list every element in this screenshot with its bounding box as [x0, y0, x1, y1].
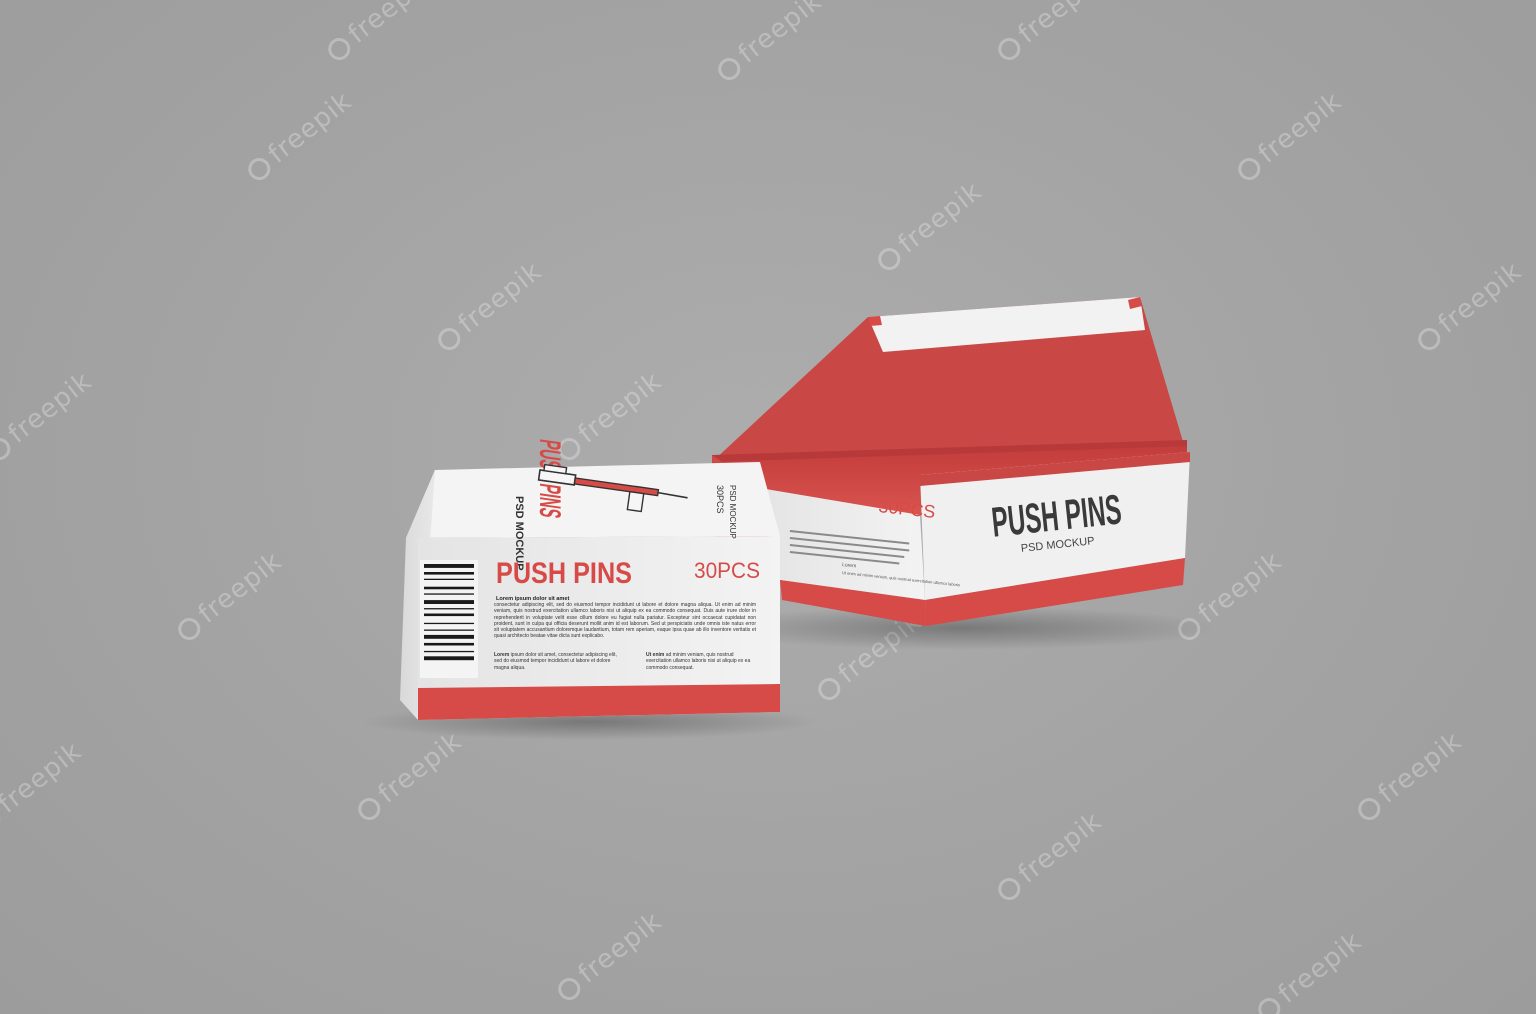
barcode-icon: [420, 560, 478, 678]
mockup-scene: freepik freepik freepik freepik freepik freep…: [0, 0, 1536, 1014]
closed-box-top-side-text-1: 30PCS: [715, 485, 725, 514]
closed-box-col1-text: ipsum dolor sit amet, consectetur adipis…: [494, 652, 617, 671]
closed-box-top-side-text-2: PSD MOCKUP: [728, 485, 737, 539]
closed-box-col1-wrap: Lorem ipsum dolor sit amet, consectetur …: [494, 652, 617, 671]
closed-box-col2-wrap: Ut enim ad minim veniam, quis nostrud ex…: [646, 652, 750, 671]
closed-box-body-paragraph-wrap: consectetur adipiscing elit, sed do eius…: [494, 602, 756, 640]
closed-box: PUSH PINS PSD MOCKUP 30PCS PSD MOCKUP PU…: [360, 437, 820, 740]
closed-box-title: PUSH PINS: [496, 557, 632, 590]
open-box-lid-tab-left: [868, 316, 882, 326]
boxes-illustration: PUSH PINS PSD MOCKUP 30PCS Lorem Ut enim…: [360, 297, 1220, 740]
closed-box-col1-heading: Lorem: [494, 652, 510, 658]
closed-box-quantity: 30PCS: [694, 558, 760, 583]
closed-box-body-paragraph: consectetur adipiscing elit, sed do eius…: [494, 602, 756, 640]
closed-box-col2-heading: Ut enim: [646, 652, 665, 658]
